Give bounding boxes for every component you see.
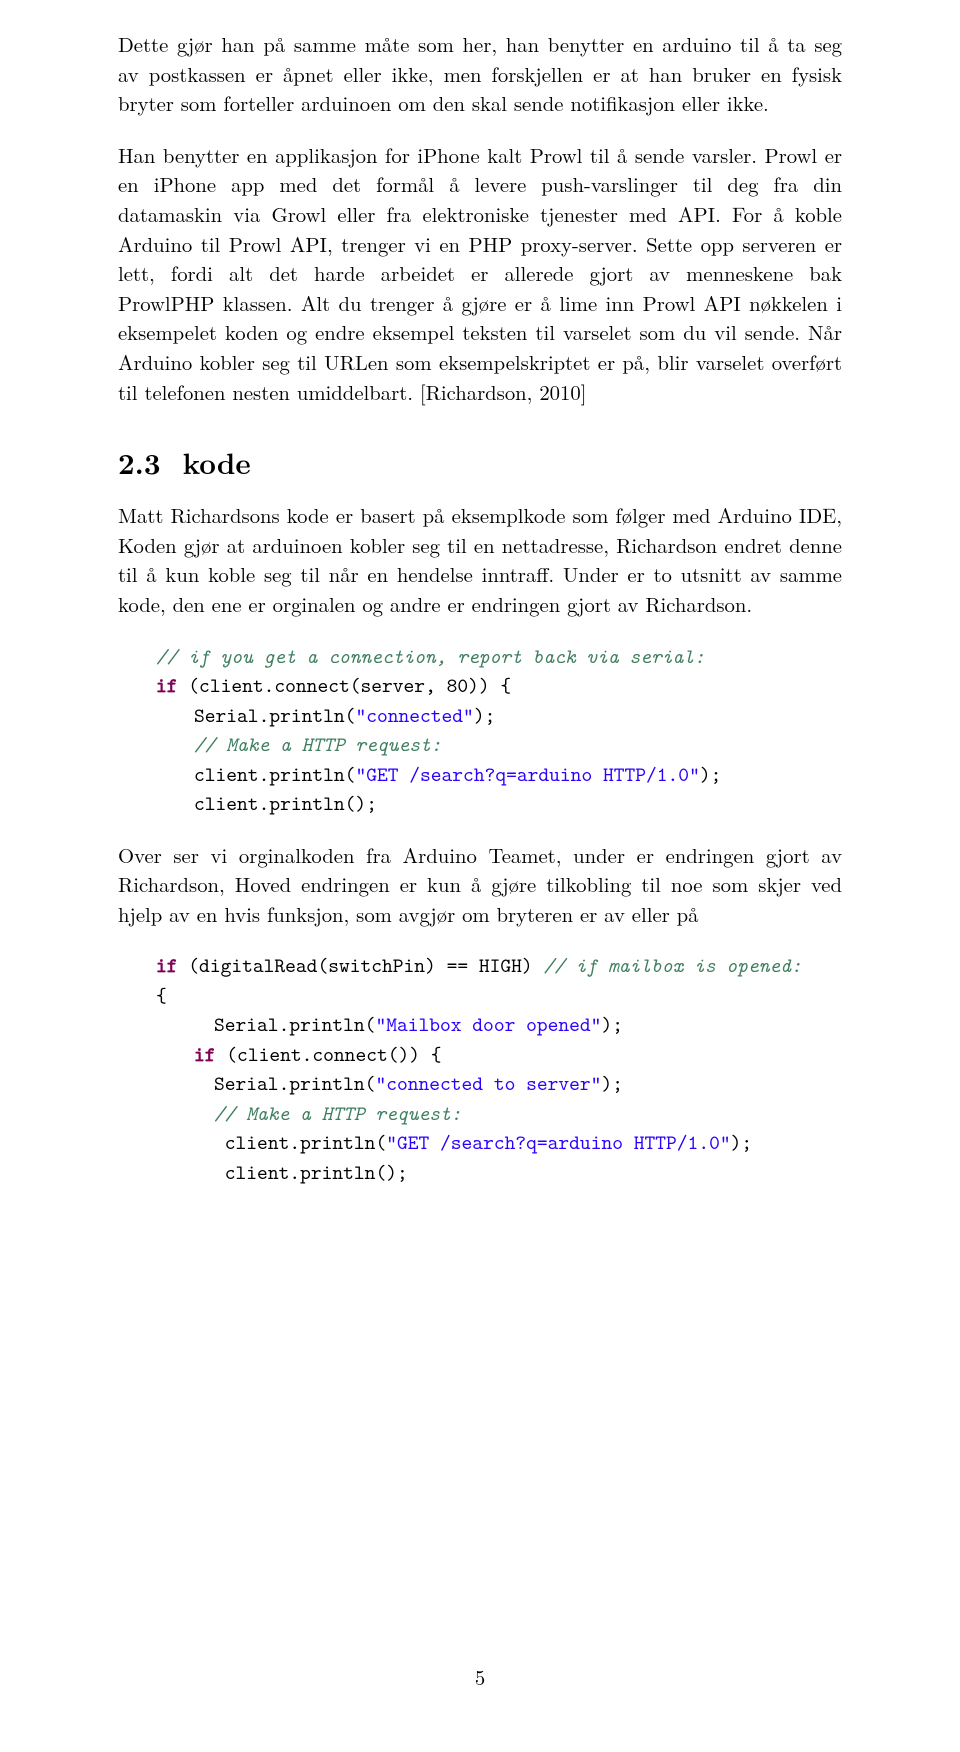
- code-string: "Mailbox door opened": [375, 1011, 601, 1038]
- code-keyword: if: [194, 1041, 216, 1068]
- code-text: Serial.println(: [214, 1070, 375, 1097]
- code-text: client.println(: [194, 761, 355, 788]
- code-text: client.println(: [225, 1129, 386, 1156]
- code-text: Serial.println(: [214, 1011, 375, 1038]
- code-text: client.println();: [225, 1159, 408, 1186]
- code-text: (client.connect()) {: [216, 1041, 442, 1068]
- document-page: Dette gjør han på samme måte som her, ha…: [0, 0, 960, 1752]
- code-string: "connected to server": [375, 1070, 601, 1097]
- paragraph-intro-2: Han benytter en applikasjon for iPhone k…: [118, 141, 842, 407]
- code-comment: // if mailbox is opened:: [543, 952, 801, 979]
- code-block-original: // if you get a connection, report back …: [118, 642, 842, 819]
- code-text: );: [731, 1129, 753, 1156]
- code-string: "connected": [355, 702, 473, 729]
- code-keyword: if: [156, 952, 178, 979]
- paragraph-kode-intro: Matt Richardsons kode er basert på eksem…: [118, 501, 842, 619]
- code-comment: // Make a HTTP request:: [214, 1100, 462, 1127]
- code-keyword: if: [156, 672, 178, 699]
- code-text: {: [156, 982, 167, 1009]
- code-text: (client.connect(server, 80)) {: [178, 672, 512, 699]
- code-text: Serial.println(: [194, 702, 355, 729]
- code-comment: // if you get a connection, report back …: [156, 643, 705, 670]
- code-text: );: [474, 702, 496, 729]
- code-text: );: [601, 1011, 623, 1038]
- code-string: "GET /search?q=arduino HTTP/1.0": [355, 761, 699, 788]
- code-text: (digitalRead(switchPin) == HIGH): [178, 952, 544, 979]
- code-text: );: [700, 761, 722, 788]
- section-title: kode: [183, 441, 251, 483]
- section-heading-kode: 2.3 kode: [118, 441, 842, 483]
- code-text: client.println();: [194, 790, 377, 817]
- section-number: 2.3: [118, 441, 161, 483]
- code-text: );: [601, 1070, 623, 1097]
- code-string: "GET /search?q=arduino HTTP/1.0": [386, 1129, 730, 1156]
- paragraph-intro-1: Dette gjør han på samme måte som her, ha…: [118, 30, 842, 119]
- page-number: 5: [0, 1663, 960, 1692]
- code-block-modified: if (digitalRead(switchPin) == HIGH) // i…: [118, 951, 842, 1187]
- paragraph-between-code: Over ser vi orginalkoden fra Arduino Tea…: [118, 841, 842, 930]
- code-comment: // Make a HTTP request:: [194, 731, 442, 758]
